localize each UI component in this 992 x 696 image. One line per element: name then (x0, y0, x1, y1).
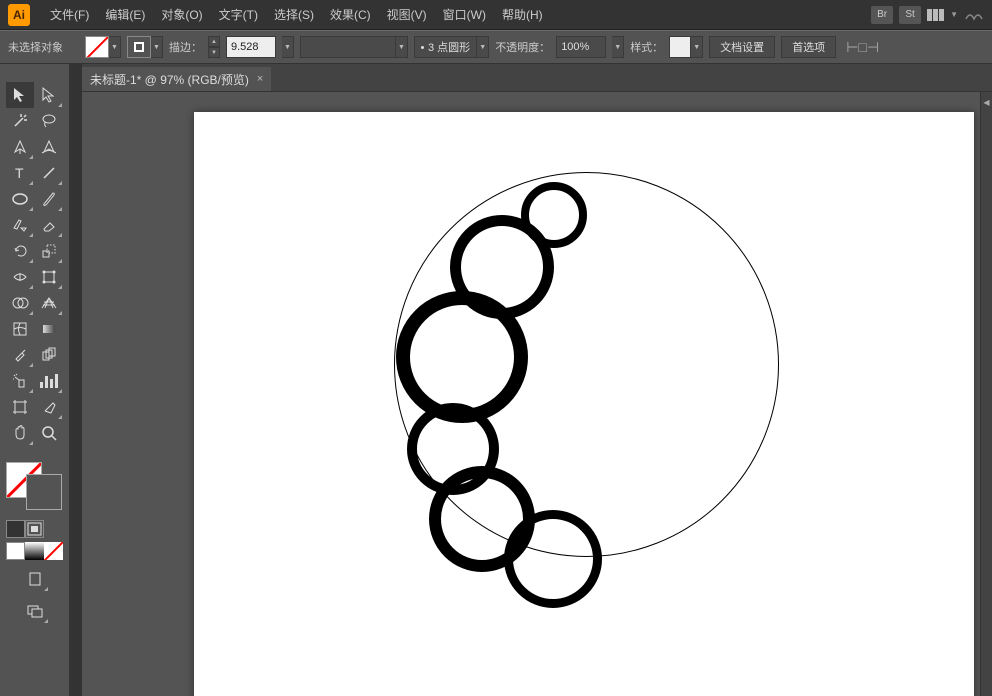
shape-builder-tool[interactable] (6, 290, 34, 316)
fill-swatch[interactable] (85, 36, 109, 58)
stroke-step-up[interactable]: ▲ (208, 36, 220, 47)
color-swatch-none[interactable] (44, 542, 63, 560)
document-tab-bar: 未标题-1* @ 97% (RGB/预览) × (82, 64, 992, 92)
line-segment-tool[interactable] (35, 160, 63, 186)
hand-tool[interactable] (6, 420, 34, 446)
slice-tool[interactable] (35, 394, 63, 420)
app-icon: Ai (8, 4, 30, 26)
eraser-tool[interactable] (35, 212, 63, 238)
pin-icon[interactable]: ⊢□⊣ (842, 39, 883, 56)
menu-window[interactable]: 窗口(W) (435, 6, 494, 23)
menu-file[interactable]: 文件(F) (42, 6, 97, 23)
graphic-style-dropdown[interactable]: ▼ (691, 36, 703, 58)
color-mode-button[interactable] (6, 520, 25, 538)
chevron-down-icon[interactable]: ▼ (950, 10, 958, 19)
shaper-tool[interactable] (6, 212, 34, 238)
canvas-area[interactable] (82, 92, 992, 696)
selection-status: 未选择对象 (8, 39, 63, 55)
menu-select[interactable]: 选择(S) (266, 6, 322, 23)
stroke-step-down[interactable]: ▼ (208, 47, 220, 58)
magic-wand-tool[interactable] (6, 108, 34, 134)
opacity-dropdown[interactable]: ▼ (612, 36, 624, 58)
scale-tool[interactable] (35, 238, 63, 264)
selection-tool[interactable] (6, 82, 34, 108)
expand-panel-icon[interactable]: ◀ (981, 92, 992, 107)
menu-type[interactable]: 文字(T) (211, 6, 266, 23)
vector-ring-6[interactable] (504, 510, 602, 608)
fill-stroke-block[interactable] (6, 462, 62, 510)
opacity-input[interactable]: 100% (556, 36, 606, 58)
stroke-weight-dropdown[interactable]: ▼ (282, 36, 294, 58)
free-transform-tool[interactable] (35, 264, 63, 290)
draw-mode-normal[interactable] (21, 566, 49, 592)
zoom-tool[interactable] (35, 420, 63, 446)
arrange-documents-icon[interactable] (927, 9, 944, 21)
stroke-swatch[interactable] (127, 36, 151, 58)
column-graph-tool[interactable] (35, 368, 63, 394)
graphic-style-swatch[interactable] (669, 36, 691, 58)
stroke-indicator[interactable] (26, 474, 62, 510)
blend-tool[interactable] (35, 342, 63, 368)
rotate-tool[interactable] (6, 238, 34, 264)
close-tab-icon[interactable]: × (257, 73, 263, 85)
stroke-label: 描边： (169, 39, 202, 55)
brush-dropdown[interactable]: ▼ (477, 36, 489, 58)
lasso-tool[interactable] (35, 108, 63, 134)
stroke-weight-input[interactable]: 9.528 (226, 36, 276, 58)
mesh-tool[interactable] (6, 316, 34, 342)
gpu-icon[interactable] (964, 7, 984, 23)
perspective-grid-tool[interactable] (35, 290, 63, 316)
brush-definition[interactable]: 3 点圆形 (414, 36, 477, 58)
type-tool[interactable]: T (6, 160, 34, 186)
fill-dropdown[interactable]: ▼ (109, 36, 121, 58)
pen-tool[interactable] (6, 134, 34, 160)
screen-mode-button[interactable] (21, 598, 49, 624)
artboard[interactable] (194, 112, 974, 696)
stock-button[interactable]: St (899, 6, 921, 24)
stroke-dropdown[interactable]: ▼ (151, 36, 163, 58)
document-tab[interactable]: 未标题-1* @ 97% (RGB/预览) × (82, 67, 271, 91)
eyedropper-tool[interactable] (6, 342, 34, 368)
right-panel-collapsed[interactable]: ◀ (980, 92, 992, 696)
document-tab-title: 未标题-1* @ 97% (RGB/预览) (90, 71, 249, 88)
svg-text:T: T (15, 165, 24, 181)
color-swatch-gradient[interactable] (25, 542, 44, 560)
gradient-tool[interactable] (35, 316, 63, 342)
paintbrush-tool[interactable] (35, 186, 63, 212)
menu-view[interactable]: 视图(V) (379, 6, 435, 23)
artboard-tool[interactable] (6, 394, 34, 420)
symbol-sprayer-tool[interactable] (6, 368, 34, 394)
gradient-mode-button[interactable] (25, 520, 44, 538)
menu-help[interactable]: 帮助(H) (494, 6, 551, 23)
style-label: 样式： (630, 39, 663, 55)
color-swatch-white[interactable] (6, 542, 25, 560)
ellipse-tool[interactable] (6, 186, 34, 212)
menu-effect[interactable]: 效果(C) (322, 6, 379, 23)
width-tool[interactable] (6, 264, 34, 290)
variable-width-profile[interactable] (300, 36, 396, 58)
preferences-button[interactable]: 首选项 (781, 36, 836, 58)
menu-bar: Ai 文件(F) 编辑(E) 对象(O) 文字(T) 选择(S) 效果(C) 视… (0, 0, 992, 30)
tools-panel: T (0, 64, 70, 696)
control-bar: 未选择对象 ▼ ▼ 描边： ▲ ▼ 9.528 ▼ ▼ 3 点圆形 ▼ 不透明度… (0, 30, 992, 64)
menu-edit[interactable]: 编辑(E) (97, 6, 153, 23)
document-setup-button[interactable]: 文档设置 (709, 36, 775, 58)
variable-width-dropdown[interactable]: ▼ (396, 36, 408, 58)
opacity-label: 不透明度： (495, 39, 550, 55)
curvature-tool[interactable] (35, 134, 63, 160)
direct-selection-tool[interactable] (35, 82, 63, 108)
menu-object[interactable]: 对象(O) (153, 6, 210, 23)
bridge-button[interactable]: Br (871, 6, 893, 24)
